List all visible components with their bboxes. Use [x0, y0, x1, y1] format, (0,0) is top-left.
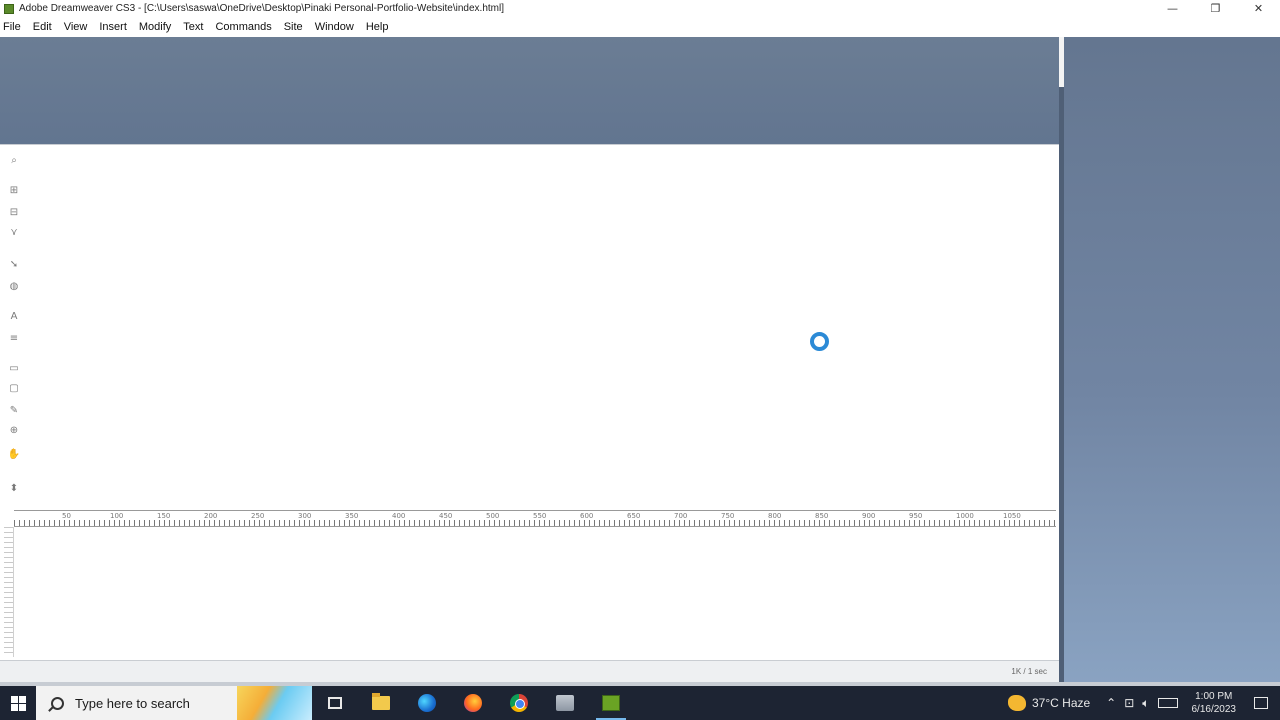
ruler-label: 950: [909, 512, 923, 520]
ruler-label: 800: [768, 512, 782, 520]
menu-commands[interactable]: Commands: [215, 21, 278, 33]
ruler-label: 1050: [1003, 512, 1021, 520]
layout-tool-strip: ⌕ ⊞ ⊟ ⋎ ➘ ◍ A ≡ ▭ ▢ ✎ ⊕ ✋ ⬍: [4, 150, 24, 500]
title-bar: Adobe Dreamweaver CS3 - [C:\Users\saswa\…: [0, 0, 1280, 17]
menu-insert[interactable]: Insert: [99, 21, 134, 33]
ruler-label: 300: [298, 512, 312, 520]
globe-icon[interactable]: ◍: [8, 280, 20, 292]
list-icon[interactable]: ≡: [8, 332, 20, 344]
ruler-label: 250: [251, 512, 265, 520]
app-icon: [556, 695, 574, 711]
search-placeholder: Type here to search: [75, 695, 190, 711]
app-button[interactable]: [542, 686, 588, 720]
ruler-label: 750: [721, 512, 735, 520]
vertical-ruler: [4, 527, 14, 657]
edge-icon: [418, 694, 436, 712]
ruler-label: 450: [439, 512, 453, 520]
filter-icon[interactable]: ⋎: [8, 226, 20, 238]
start-button[interactable]: [0, 686, 36, 720]
network-icon[interactable]: ⊡: [1124, 696, 1134, 710]
ruler-label: 150: [157, 512, 171, 520]
comment-icon[interactable]: ▢: [8, 382, 20, 394]
system-tray: 37°C Haze ⌃ ⊡ 🔈︎ 1:00 PM 6/16/2023: [1008, 686, 1280, 720]
task-view-button[interactable]: [312, 686, 358, 720]
text-icon[interactable]: A: [8, 310, 20, 322]
menu-help[interactable]: Help: [366, 21, 396, 33]
design-view[interactable]: [0, 144, 1059, 510]
toolbar-area: [0, 37, 1059, 144]
download-size-status: 1K / 1 sec: [1011, 667, 1047, 676]
ruler-label: 600: [580, 512, 594, 520]
ruler-label: 400: [392, 512, 406, 520]
chrome-icon: [510, 694, 528, 712]
ruler-label: 700: [674, 512, 688, 520]
weather-icon[interactable]: [1008, 695, 1026, 711]
ruler-label: 200: [204, 512, 218, 520]
weather-text[interactable]: 37°C Haze: [1032, 696, 1090, 710]
ruler-label: 350: [345, 512, 359, 520]
menu-window[interactable]: Window: [315, 21, 361, 33]
chrome-button[interactable]: [496, 686, 542, 720]
search-highlight-art: [237, 686, 312, 720]
firefox-icon: [464, 694, 482, 712]
taskbar-search-box[interactable]: Type here to search: [36, 686, 312, 720]
task-view-icon: [328, 697, 342, 709]
volume-icon[interactable]: 🔈︎: [1142, 696, 1149, 711]
dreamweaver-icon: [602, 695, 620, 711]
horizontal-ruler: 50 100 150 200 250 300 350 400 450 500 5…: [14, 510, 1056, 527]
windows-logo-icon: [10, 695, 26, 711]
pointer-icon[interactable]: ➘: [8, 258, 20, 270]
window-title: Adobe Dreamweaver CS3 - [C:\Users\saswa\…: [19, 3, 505, 14]
expand-icon[interactable]: ⬍: [8, 482, 20, 494]
ruler-label: 500: [486, 512, 500, 520]
frame-icon[interactable]: ▭: [8, 362, 20, 374]
code-pane[interactable]: [14, 527, 1059, 662]
ruler-label: 650: [627, 512, 641, 520]
menu-text[interactable]: Text: [183, 21, 210, 33]
right-panel-dock: [1064, 37, 1280, 685]
clock-date: 6/16/2023: [1191, 704, 1237, 715]
notification-icon[interactable]: [1254, 697, 1268, 709]
ruler-label: 900: [862, 512, 876, 520]
busy-cursor-icon: [810, 332, 829, 351]
ruler-ticks: [14, 520, 1056, 526]
close-button[interactable]: ✕: [1237, 0, 1280, 17]
menu-file[interactable]: File: [3, 21, 28, 33]
search-zoom-icon[interactable]: ⊕: [8, 424, 20, 436]
zoom-icon[interactable]: ⌕: [8, 154, 20, 166]
chevron-up-icon[interactable]: ⌃: [1106, 696, 1116, 710]
ruler-label: 50: [62, 512, 71, 520]
ruler-label: 850: [815, 512, 829, 520]
file-explorer-button[interactable]: [358, 686, 404, 720]
taskbar: Type here to search 37°C Haze ⌃ ⊡ 🔈︎ 1:0…: [0, 686, 1280, 720]
menu-modify[interactable]: Modify: [139, 21, 178, 33]
battery-icon[interactable]: [1157, 698, 1178, 708]
layer-icon[interactable]: ⊟: [8, 206, 20, 218]
menu-edit[interactable]: Edit: [33, 21, 59, 33]
hand-icon[interactable]: ✋: [8, 448, 20, 460]
menu-view[interactable]: View: [64, 21, 95, 33]
search-icon: [51, 696, 64, 710]
dreamweaver-app-icon: [4, 3, 14, 14]
restore-button[interactable]: ❐: [1194, 0, 1237, 17]
ruler-label: 550: [533, 512, 547, 520]
window-controls: — ❐ ✕: [1151, 0, 1280, 17]
table-icon[interactable]: ⊞: [8, 184, 20, 196]
firefox-button[interactable]: [450, 686, 496, 720]
file-explorer-icon: [372, 693, 390, 710]
menu-site[interactable]: Site: [284, 21, 310, 33]
minimize-button[interactable]: —: [1151, 0, 1194, 17]
desktop-screen: Adobe Dreamweaver CS3 - [C:\Users\saswa\…: [0, 0, 1280, 720]
edit-icon[interactable]: ✎: [8, 404, 20, 416]
menu-bar: File Edit View Insert Modify Text Comman…: [0, 17, 1280, 37]
dreamweaver-taskbar-button[interactable]: [588, 686, 634, 720]
edge-button[interactable]: [404, 686, 450, 720]
ruler-label: 1000: [956, 512, 974, 520]
ruler-label: 100: [110, 512, 124, 520]
clock-time: 1:00 PM: [1195, 691, 1233, 702]
clock[interactable]: 1:00 PM 6/16/2023: [1192, 690, 1237, 716]
